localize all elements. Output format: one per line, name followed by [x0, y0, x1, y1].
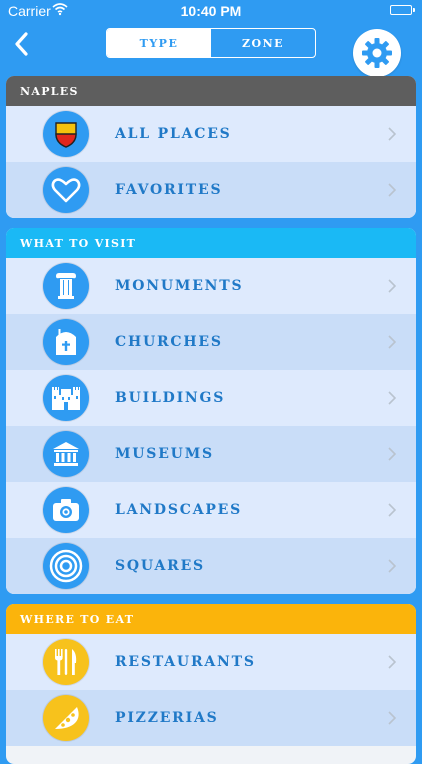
list-item-label: Buildings: [115, 390, 226, 406]
list-item-all-places[interactable]: All Places: [6, 106, 416, 162]
section-where-to-eat: Where to Eat Restaurants: [6, 604, 416, 764]
heart-icon: [43, 167, 89, 213]
section-header-naples: Naples: [6, 76, 416, 106]
status-bar: Carrier 10:40 PM: [0, 0, 422, 22]
chevron-right-icon: [388, 447, 396, 461]
column-icon: [43, 263, 89, 309]
list-item-label: Landscapes: [115, 502, 243, 518]
chevron-right-icon: [388, 127, 396, 141]
pizza-slice-icon: [43, 695, 89, 741]
list-item-buildings[interactable]: Buildings: [6, 370, 416, 426]
list-item-pizzerias[interactable]: Pizzerias: [6, 690, 416, 746]
camera-icon: [43, 487, 89, 533]
naples-crest-icon: [43, 111, 89, 157]
target-icon: [43, 543, 89, 589]
list-item-label: Museums: [115, 446, 214, 462]
list-item-museums[interactable]: Museums: [6, 426, 416, 482]
settings-button[interactable]: [353, 29, 401, 77]
type-zone-segmented-control: Type Zone: [106, 28, 316, 58]
chevron-right-icon: [388, 391, 396, 405]
back-button[interactable]: [12, 30, 32, 58]
clock: 10:40 PM: [180, 3, 242, 19]
cutlery-icon: [43, 639, 89, 685]
chevron-left-icon: [15, 32, 28, 56]
chevron-right-icon: [388, 335, 396, 349]
list-item-label: All Places: [115, 126, 232, 142]
list-item-label: Restaurants: [115, 654, 256, 670]
list-item-label: Squares: [115, 558, 205, 574]
church-icon: [43, 319, 89, 365]
list-item-label: Churches: [115, 334, 223, 350]
section-header-what-to-visit: What to Visit: [6, 228, 416, 258]
list-item-squares[interactable]: Squares: [6, 538, 416, 594]
chevron-right-icon: [388, 503, 396, 517]
chevron-right-icon: [388, 279, 396, 293]
chevron-right-icon: [388, 559, 396, 573]
list-item-churches[interactable]: Churches: [6, 314, 416, 370]
list-item-monuments[interactable]: Monuments: [6, 258, 416, 314]
gear-icon: [362, 38, 392, 68]
tab-type[interactable]: Type: [107, 29, 211, 57]
battery-icon: [390, 5, 415, 15]
list-item-label: Pizzerias: [115, 710, 219, 726]
tab-zone[interactable]: Zone: [211, 29, 315, 57]
list-item-favorites[interactable]: Favorites: [6, 162, 416, 218]
museum-icon: [43, 431, 89, 477]
section-naples: Naples All Places Favorites: [6, 76, 416, 218]
list-item-label: Monuments: [115, 278, 244, 294]
chevron-right-icon: [388, 183, 396, 197]
chevron-right-icon: [388, 655, 396, 669]
section-what-to-visit: What to Visit Monuments Churches: [6, 228, 416, 594]
list-item-landscapes[interactable]: Landscapes: [6, 482, 416, 538]
chevron-right-icon: [388, 711, 396, 725]
castle-icon: [43, 375, 89, 421]
list-item-label: Favorites: [115, 182, 223, 198]
list-item-restaurants[interactable]: Restaurants: [6, 634, 416, 690]
section-header-where-to-eat: Where to Eat: [6, 604, 416, 634]
